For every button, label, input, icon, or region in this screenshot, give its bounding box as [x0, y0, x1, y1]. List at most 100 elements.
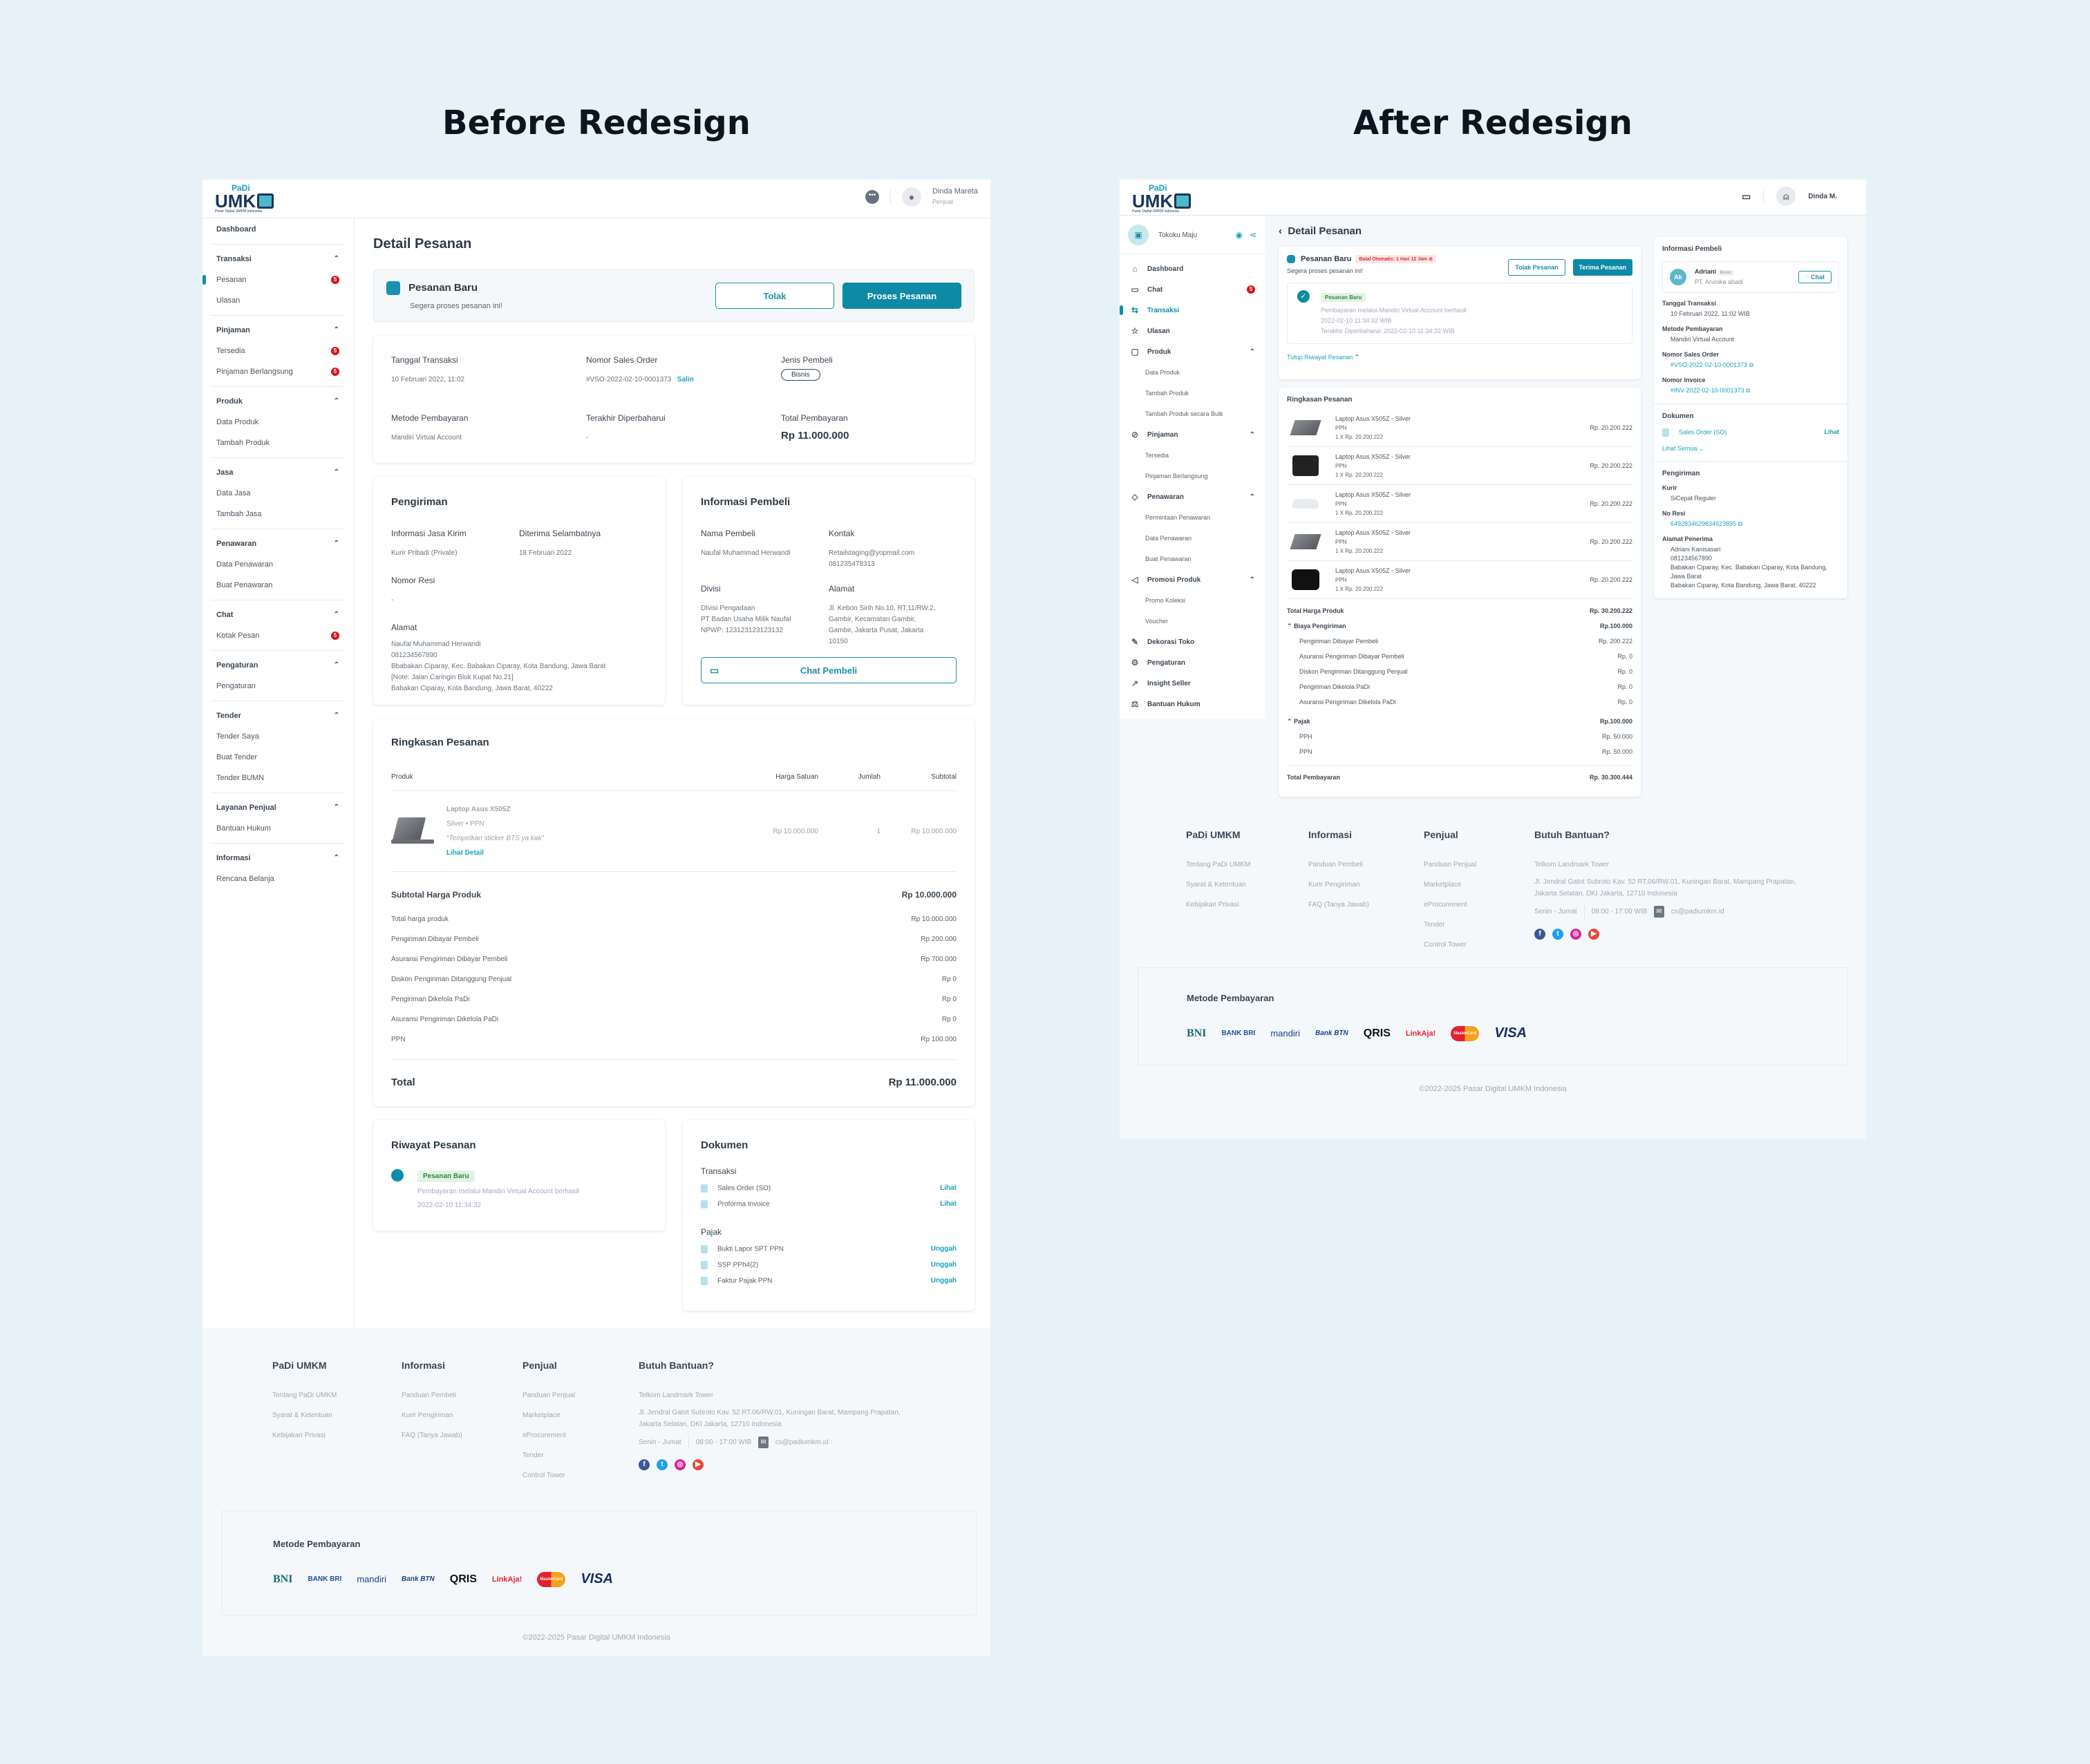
document-action-link[interactable]: Unggah: [931, 1261, 957, 1269]
copy-icon[interactable]: ⧉: [1749, 361, 1753, 368]
chat-buyer-button[interactable]: ▭ Chat Pembeli: [701, 657, 957, 683]
footer-link[interactable]: Kurir Pengiriman: [1308, 881, 1424, 901]
help-email[interactable]: cs@padiumkm.id: [775, 1436, 829, 1448]
footer-link[interactable]: Syarat & Ketentuan: [1186, 881, 1308, 901]
sidebar-section-header[interactable]: Informasi ⌃: [216, 848, 339, 869]
document-action-link[interactable]: Lihat: [940, 1184, 957, 1192]
accept-order-button[interactable]: Terima Pesanan: [1572, 259, 1632, 276]
footer-link[interactable]: Kebijakan Privasi: [272, 1432, 402, 1452]
sidebar-item[interactable]: Rencana Belanja: [216, 869, 339, 889]
sidebar-item[interactable]: Tender BUMN: [216, 768, 339, 788]
sidebar-item-bantuan-hukum[interactable]: ⚖ Bantuan Hukum: [1120, 694, 1265, 714]
sidebar-section-header[interactable]: Layanan Penjual ⌃: [216, 797, 339, 818]
sidebar-item[interactable]: Data Jasa: [216, 483, 339, 504]
footer-link[interactable]: FAQ (Tanya Jawab): [402, 1432, 522, 1452]
sidebar-item[interactable]: Bantuan Hukum: [216, 818, 339, 839]
sidebar-subitem[interactable]: Promo Koleksi: [1120, 590, 1265, 611]
footer-link[interactable]: Control Tower: [1424, 941, 1534, 961]
toggle-history-link[interactable]: Tutup Riwayat Pesanan ⌃: [1287, 354, 1632, 361]
instagram-icon[interactable]: ◎: [1570, 929, 1581, 940]
avatar[interactable]: ⍝: [1776, 187, 1796, 206]
instagram-icon[interactable]: ◎: [675, 1459, 686, 1470]
footer-link[interactable]: eProcurement: [1424, 901, 1534, 921]
sidebar-subitem[interactable]: Pinjaman Berlangsung: [1120, 466, 1265, 486]
sidebar-subitem[interactable]: Data Penawaran: [1120, 528, 1265, 549]
chat-button[interactable]: ◌ Chat: [1798, 271, 1832, 283]
footer-link[interactable]: Tentang PaDi UMKM: [1186, 861, 1308, 881]
reject-order-button[interactable]: Tolak Pesanan: [1508, 259, 1565, 276]
sidebar-item[interactable]: Pesanan 5: [203, 269, 339, 290]
sidebar-item-insight-seller[interactable]: ↗ Insight Seller: [1120, 673, 1265, 694]
footer-link[interactable]: Tentang PaDi UMKM: [272, 1392, 402, 1412]
footer-link[interactable]: Tender: [1424, 921, 1534, 941]
sidebar-item[interactable]: Tersedia 5: [216, 341, 339, 361]
sidebar-item[interactable]: Ulasan: [216, 290, 339, 311]
view-detail-link[interactable]: Lihat Detail: [446, 846, 749, 860]
footer-link[interactable]: Kurir Pengiriman: [402, 1412, 522, 1432]
sidebar-item[interactable]: Tambah Jasa: [216, 504, 339, 524]
sidebar-section-header[interactable]: Produk ⌃: [216, 391, 339, 412]
sidebar-item-produk[interactable]: ▢ Produk ⌃: [1120, 341, 1265, 362]
sidebar-item[interactable]: Tender Saya: [216, 726, 339, 747]
sidebar-subitem[interactable]: Data Produk: [1120, 362, 1265, 383]
footer-link[interactable]: Syarat & Ketentuan: [272, 1412, 402, 1432]
footer-link[interactable]: Tender: [522, 1452, 639, 1472]
sidebar-section-header[interactable]: Transaksi ⌃: [216, 249, 339, 269]
copy-link[interactable]: Salin: [677, 376, 694, 383]
footer-link[interactable]: FAQ (Tanya Jawab): [1308, 901, 1424, 921]
view-all-link[interactable]: Lihat Semua ⌄: [1662, 445, 1839, 453]
document-action-link[interactable]: Unggah: [931, 1245, 957, 1253]
brand-logo[interactable]: PaDi UMK Pasar Digital UMKM Indonesia: [215, 184, 274, 214]
sidebar-item-ulasan[interactable]: ☆ Ulasan: [1120, 321, 1265, 341]
footer-link[interactable]: Panduan Pembeli: [1308, 861, 1424, 881]
process-order-button[interactable]: Proses Pesanan: [842, 283, 961, 309]
twitter-icon[interactable]: t: [1552, 929, 1563, 940]
facebook-icon[interactable]: f: [1534, 929, 1545, 940]
user-menu[interactable]: Dinda Mareta Penjual: [932, 187, 978, 207]
eye-icon[interactable]: ◉: [1235, 230, 1242, 240]
sidebar-subitem[interactable]: Tambah Produk: [1120, 383, 1265, 404]
sidebar-section-header[interactable]: Chat ⌃: [216, 605, 339, 625]
reject-button[interactable]: Tolak: [715, 283, 834, 309]
sidebar-item[interactable]: Buat Penawaran: [216, 575, 339, 596]
footer-link[interactable]: Panduan Penjual: [522, 1392, 639, 1412]
sidebar-item-promosi-produk[interactable]: ◁ Promosi Produk ⌃: [1120, 569, 1265, 590]
chat-icon[interactable]: ▭: [1742, 191, 1751, 202]
footer-link[interactable]: Kebijakan Privasi: [1186, 901, 1308, 921]
sidebar-subitem[interactable]: Voucher: [1120, 611, 1265, 632]
chat-bubble-icon[interactable]: •••: [865, 190, 879, 204]
view-document-link[interactable]: Lihat: [1825, 428, 1840, 437]
sidebar-item[interactable]: Data Produk: [216, 412, 339, 433]
sidebar-item[interactable]: Pinjaman Berlangsung 5: [216, 361, 339, 382]
footer-link[interactable]: Marketplace: [1424, 881, 1534, 901]
sidebar-item-transaksi[interactable]: ⇆ Transaksi: [1120, 300, 1265, 321]
footer-link[interactable]: Marketplace: [522, 1412, 639, 1432]
footer-link[interactable]: Panduan Pembeli: [402, 1392, 522, 1412]
help-email[interactable]: cs@padiumkm.id: [1671, 906, 1724, 918]
avatar[interactable]: ●: [901, 187, 921, 207]
sidebar-item[interactable]: Tambah Produk: [216, 433, 339, 453]
sidebar-section-header[interactable]: Pinjaman ⌃: [216, 320, 339, 341]
sidebar-item-pinjaman[interactable]: ⊘ Pinjaman ⌃: [1120, 424, 1265, 445]
sidebar-subitem[interactable]: Tambah Produk secara Bulk: [1120, 404, 1265, 424]
document-action-link[interactable]: Lihat: [940, 1200, 957, 1208]
sidebar-section-header[interactable]: Tender ⌃: [216, 705, 339, 726]
youtube-icon[interactable]: ▶: [1588, 929, 1599, 940]
sidebar-item-penawaran[interactable]: ◇ Penawaran ⌃: [1120, 486, 1265, 507]
sidebar-section-header[interactable]: Penawaran ⌃: [216, 533, 339, 554]
tax-toggle[interactable]: ⌃ Pajak Rp.100.000: [1287, 714, 1632, 729]
sidebar-item[interactable]: Data Penawaran: [216, 554, 339, 575]
sidebar-subitem[interactable]: Permintaan Penawaran: [1120, 507, 1265, 528]
sidebar-item[interactable]: Pengaturan: [216, 676, 339, 696]
sidebar-item-chat[interactable]: ▭ Chat 5: [1120, 279, 1265, 300]
sidebar-section-header[interactable]: Pengaturan ⌃: [216, 655, 339, 676]
sidebar-item-pengaturan[interactable]: ⚙ Pengaturan: [1120, 652, 1265, 673]
copy-icon[interactable]: ⧉: [1738, 520, 1742, 527]
user-name[interactable]: Dinda M.: [1808, 193, 1837, 200]
shipping-cost-toggle[interactable]: ⌃ Biaya Pengiriman Rp.100.000: [1287, 618, 1632, 634]
footer-link[interactable]: eProcurement: [522, 1432, 639, 1452]
footer-link[interactable]: Control Tower: [522, 1472, 639, 1492]
youtube-icon[interactable]: ▶: [693, 1459, 704, 1470]
sidebar-item[interactable]: Buat Tender: [216, 747, 339, 768]
sidebar-item-dekorasi-toko[interactable]: ✎ Dekorasi Toko: [1120, 632, 1265, 652]
